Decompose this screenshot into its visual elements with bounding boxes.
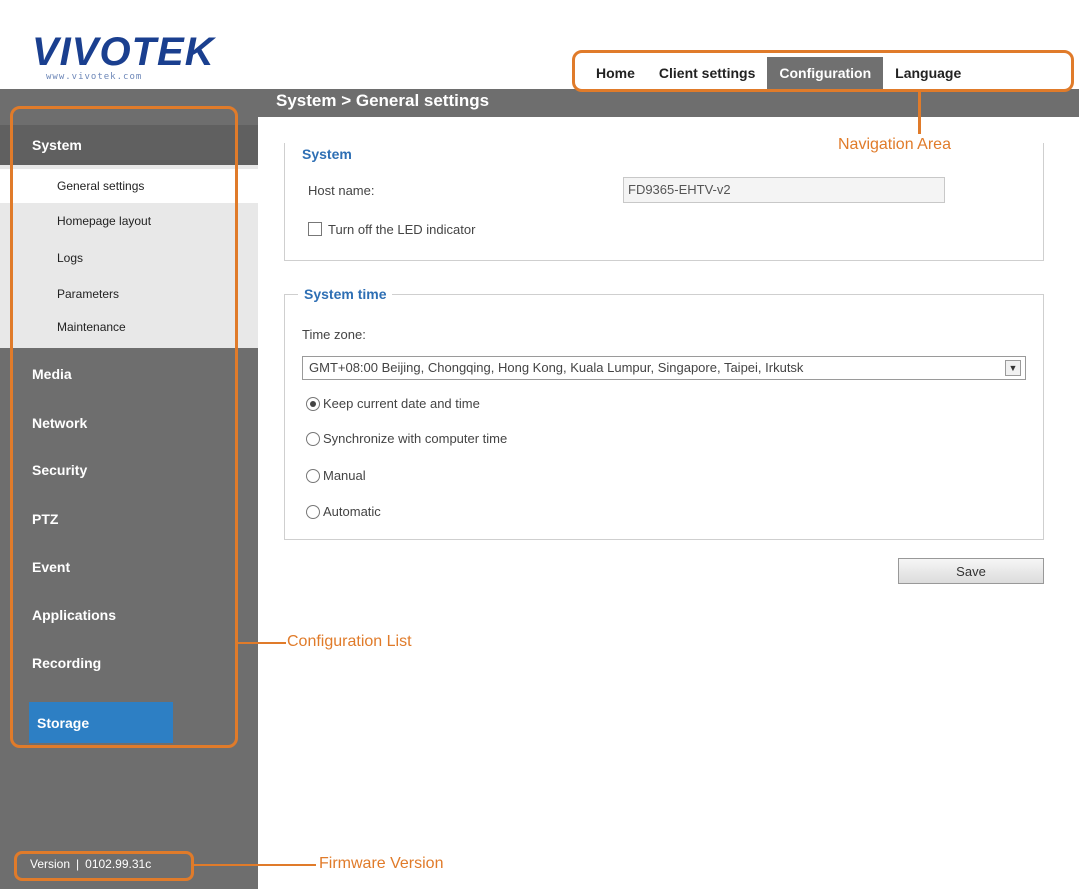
option-sync-computer-label: Synchronize with computer time bbox=[323, 431, 508, 446]
config-list-leader-line bbox=[238, 642, 286, 644]
radio-automatic[interactable] bbox=[306, 505, 320, 519]
logo-mark: VIVOTEK bbox=[32, 30, 215, 74]
navigation-area-highlight bbox=[572, 50, 1074, 92]
system-time-fieldset bbox=[284, 294, 1044, 540]
logo-url: www.vivotek.com bbox=[46, 72, 143, 82]
option-manual-label: Manual bbox=[323, 468, 366, 483]
time-zone-label: Time zone: bbox=[302, 327, 366, 342]
system-legend: System bbox=[296, 146, 358, 162]
radio-sync-computer[interactable] bbox=[306, 432, 320, 446]
configuration-list-highlight bbox=[10, 106, 238, 748]
led-indicator-label: Turn off the LED indicator bbox=[328, 222, 476, 237]
system-time-legend: System time bbox=[298, 286, 393, 302]
time-zone-value: GMT+08:00 Beijing, Chongqing, Hong Kong,… bbox=[309, 360, 804, 375]
time-zone-select[interactable]: GMT+08:00 Beijing, Chongqing, Hong Kong,… bbox=[302, 356, 1026, 380]
host-name-input[interactable]: FD9365-EHTV-v2 bbox=[623, 177, 945, 203]
radio-keep-current[interactable] bbox=[306, 397, 320, 411]
chevron-down-icon[interactable]: ▼ bbox=[1005, 360, 1021, 376]
breadcrumb: System > General settings bbox=[276, 91, 490, 110]
firmware-version-callout: Firmware Version bbox=[319, 855, 444, 872]
vivotek-logo: VIVOTEK www.vivotek.com bbox=[32, 28, 232, 83]
radio-manual[interactable] bbox=[306, 469, 320, 483]
firmware-version-highlight bbox=[14, 851, 194, 881]
led-indicator-checkbox[interactable] bbox=[308, 222, 322, 236]
firmware-leader-line bbox=[194, 864, 316, 866]
configuration-list-callout: Configuration List bbox=[287, 633, 412, 650]
navigation-area-callout: Navigation Area bbox=[838, 136, 951, 153]
host-name-label: Host name: bbox=[308, 183, 375, 198]
save-button[interactable]: Save bbox=[898, 558, 1044, 584]
option-automatic-label: Automatic bbox=[323, 504, 381, 519]
navigation-leader-line bbox=[918, 92, 921, 134]
option-keep-current-label: Keep current date and time bbox=[323, 396, 480, 411]
